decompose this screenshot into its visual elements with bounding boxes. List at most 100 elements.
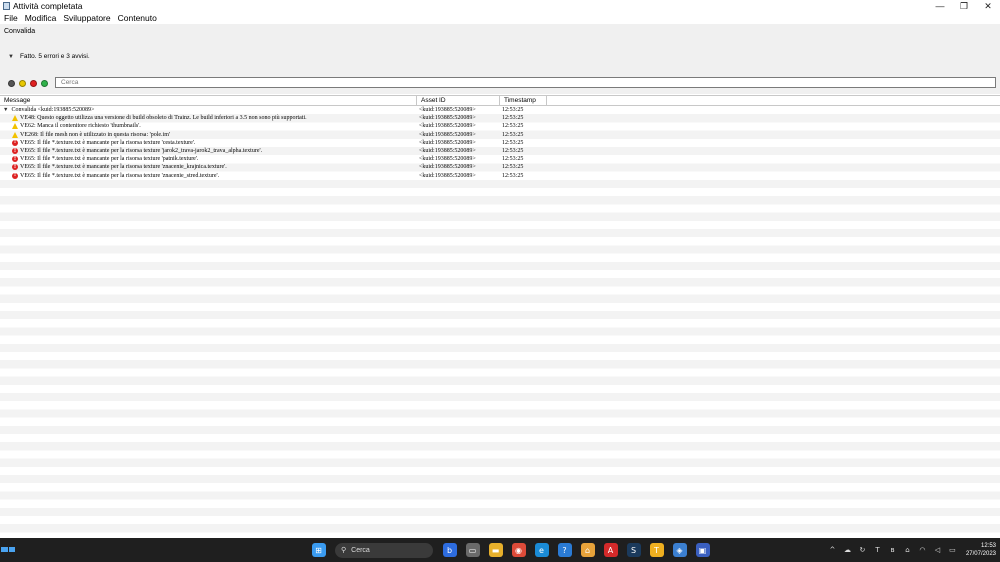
copilot-icon[interactable]: b (442, 543, 457, 557)
app-root: Attività completata — ❐ ✕ File Modifica … (0, 0, 1000, 562)
taskbar-search[interactable]: ⚲ Cerca (335, 542, 433, 558)
menu-file[interactable]: File (4, 13, 18, 23)
column-header-asset-id[interactable]: Asset ID (417, 96, 500, 106)
collapse-arrow-icon[interactable]: ▼ (8, 54, 14, 60)
filter-all-dot[interactable] (8, 79, 15, 87)
cell-asset-id: <kuid:193885:520089> (419, 147, 476, 154)
chrome-icon[interactable]: ◉ (511, 543, 526, 557)
cell-message: VE48: Questo oggetto utilizza una versio… (0, 114, 417, 122)
chevron-up-icon[interactable]: ^ (828, 546, 837, 555)
battery-icon[interactable]: ▭ (948, 546, 957, 555)
cell-message: ! VE65: Il file *.texture.txt è mancante … (0, 155, 417, 163)
widgets-icon[interactable] (1, 547, 15, 552)
cell-message: VE268: Il file mesh non è utilizzato in … (0, 131, 417, 139)
table-row[interactable]: ! VE65: Il file *.texture.txt è mancante … (0, 172, 1000, 180)
table-row[interactable]: VE268: Il file mesh non è utilizzato in … (0, 131, 1000, 139)
task-view-icon[interactable]: ▭ (465, 543, 480, 557)
window-controls: — ❐ ✕ (928, 0, 1000, 12)
table-row[interactable]: ! VE65: Il file *.texture.txt è mancante … (0, 147, 1000, 155)
cell-timestamp: 12:53:25 (502, 156, 524, 163)
menu-contenuto[interactable]: Contenuto (118, 13, 157, 23)
windows-start-icon[interactable]: ⊞ (311, 543, 326, 557)
cell-asset-id: <kuid:193885:520089> (419, 139, 476, 146)
message-text: Convalida <kuid:193885:520089> (11, 107, 95, 113)
message-text: VE65: Il file *.texture.txt è mancante p… (20, 156, 199, 163)
error-icon: ! (12, 155, 18, 163)
acrobat-icon[interactable]: A (603, 543, 618, 557)
cell-message: ! VE65: Il file *.texture.txt è mancante … (0, 163, 417, 171)
warning-icon (12, 115, 18, 122)
menu-bar: File Modifica Sviluppatore Contenuto (0, 12, 1000, 24)
error-icon: ! (12, 172, 18, 179)
clock-date: 27/07/2023 (965, 551, 996, 557)
cell-timestamp: 12:53:25 (502, 172, 524, 179)
table-row[interactable]: VE48: Questo oggetto utilizza una versio… (0, 114, 1000, 122)
cell-timestamp: 12:53:25 (502, 147, 524, 154)
search-icon: ⚲ (341, 547, 347, 554)
search-input[interactable]: Cerca (55, 77, 996, 88)
filter-warning-dot[interactable] (19, 79, 26, 87)
cell-timestamp: 12:53:25 (502, 123, 524, 130)
window-title: Attività completata (13, 1, 83, 11)
usb-icon[interactable]: ⌂ (903, 546, 912, 555)
table-row[interactable]: ! VE65: Il file *.texture.txt è mancante … (0, 139, 1000, 147)
network-app-icon[interactable]: ▣ (695, 543, 710, 557)
table-row[interactable]: ! VE65: Il file *.texture.txt è mancante … (0, 155, 1000, 163)
home-icon[interactable]: ⌂ (580, 543, 595, 557)
cell-message: VE62: Manca il contenitore richiesto 'th… (0, 122, 417, 130)
cell-asset-id: <kuid:193885:520089> (419, 164, 476, 171)
status-row[interactable]: ▼ Fatto. 5 errori e 3 avvisi. (8, 53, 90, 60)
close-button[interactable]: ✕ (976, 0, 1000, 12)
edge-icon[interactable]: e (534, 543, 549, 557)
cell-asset-id: <kuid:193885:520089> (419, 107, 476, 113)
title-bar: Attività completata — ❐ ✕ (0, 0, 1000, 12)
status-text: Fatto. 5 errori e 3 avvisi. (19, 53, 90, 60)
cell-message: ! VE65: Il file *.texture.txt è mancante … (0, 172, 417, 180)
cell-timestamp: 12:53:25 (502, 164, 524, 171)
section-title: Convalida (4, 28, 36, 35)
file-explorer-icon[interactable]: ▬ (488, 543, 503, 557)
menu-modifica[interactable]: Modifica (25, 13, 57, 23)
teams-icon[interactable]: T (873, 546, 882, 555)
warning-icon (12, 131, 18, 138)
message-text: VE65: Il file *.texture.txt è mancante p… (20, 164, 227, 171)
taskbar: ⊞ ⚲ Cerca b ▭ ▬ ◉ e? ⌂ A S T ◈ ▣ ^ ☁ ↻ Tʙ ⌂ ◠ ◁ ▭ 12:53 27/0… (0, 538, 1000, 562)
column-header-message[interactable]: Message (0, 96, 417, 106)
cell-asset-id: <kuid:193885:520089> (419, 115, 476, 122)
filter-ok-dot[interactable] (41, 79, 48, 87)
cell-asset-id: <kuid:193885:520089> (419, 131, 476, 138)
app-icon (3, 2, 10, 10)
results-table-body: ▼ Convalida <kuid:193885:520089> <kuid:193… (0, 106, 1000, 538)
trainz-icon[interactable]: T (649, 543, 664, 557)
sync-icon[interactable]: ↻ (858, 546, 867, 555)
clock[interactable]: 12:53 27/07/2023 (966, 542, 996, 558)
message-text: VE65: Il file *.texture.txt è mancante p… (20, 139, 196, 146)
menu-sviluppatore[interactable]: Sviluppatore (63, 13, 110, 23)
filter-error-dot[interactable] (30, 79, 37, 87)
message-text: VE268: Il file mesh non è utilizzato in … (20, 131, 170, 138)
cell-message: ! VE65: Il file *.texture.txt è mancante … (0, 139, 417, 147)
message-text: VE65: Il file *.texture.txt è mancante p… (20, 147, 263, 154)
table-row[interactable]: ! VE65: Il file *.texture.txt è mancante … (0, 163, 1000, 171)
onedrive-icon[interactable]: ☁ (843, 546, 852, 555)
cell-asset-id: <kuid:193885:520089> (419, 123, 476, 130)
minimize-button[interactable]: — (928, 0, 952, 12)
wifi-icon[interactable]: ◠ (918, 546, 927, 555)
bluetooth-icon[interactable]: ʙ (888, 546, 897, 555)
security-icon[interactable]: ◈ (672, 543, 687, 557)
cell-asset-id: <kuid:193885:520089> (419, 156, 476, 163)
column-header-timestamp[interactable]: Timestamp (500, 96, 547, 106)
table-group-row[interactable]: ▼ Convalida <kuid:193885:520089> <kuid:193… (0, 106, 1000, 114)
error-icon: ! (12, 163, 18, 171)
clock-time: 12:53 (980, 543, 996, 549)
steam-icon[interactable]: S (626, 543, 641, 557)
help-icon[interactable]: ? (557, 543, 572, 557)
volume-icon[interactable]: ◁ (933, 546, 942, 555)
table-row[interactable]: VE62: Manca il contenitore richiesto 'th… (0, 122, 1000, 130)
cell-message: ! VE65: Il file *.texture.txt è mancante … (0, 147, 417, 155)
cell-timestamp: 12:53:25 (502, 107, 524, 113)
cell-timestamp: 12:53:25 (502, 139, 524, 146)
system-tray: ^ ☁ ↻ Tʙ ⌂ ◠ ◁ ▭ 12:53 27/07/2023 (825, 541, 996, 559)
expand-arrow-icon[interactable]: ▼ (3, 106, 8, 114)
maximize-button[interactable]: ❐ (952, 0, 976, 12)
